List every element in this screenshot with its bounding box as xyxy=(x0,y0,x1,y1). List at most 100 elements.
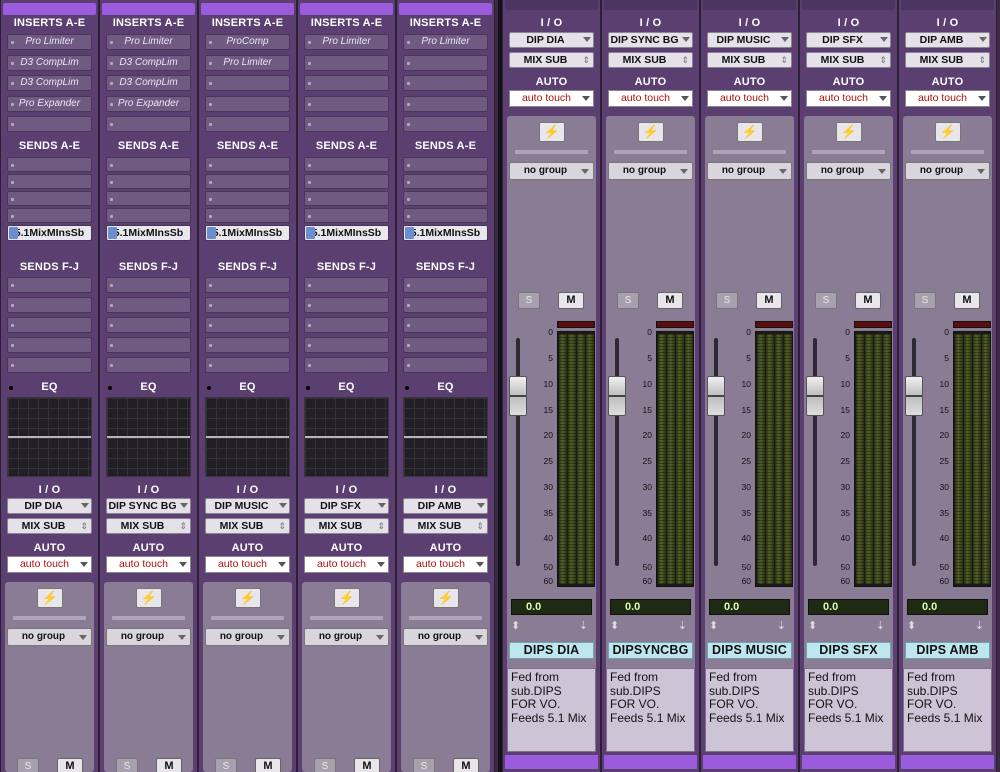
volume-fader[interactable] xyxy=(806,376,824,416)
output-selector[interactable]: DIP SYNC BG xyxy=(106,498,191,514)
volume-readout[interactable]: 0.0 xyxy=(610,599,691,615)
send-slot[interactable] xyxy=(205,297,290,313)
send-slot[interactable] xyxy=(106,317,191,333)
send-slot[interactable] xyxy=(403,337,488,353)
automation-mode-selector[interactable]: auto touch xyxy=(304,556,389,573)
insert-slot[interactable] xyxy=(403,116,488,132)
group-selector[interactable]: no group xyxy=(106,628,191,646)
send-slot[interactable] xyxy=(304,191,389,206)
send-slot[interactable] xyxy=(106,157,191,172)
mute-button[interactable]: M xyxy=(255,758,281,772)
automation-mode-selector[interactable]: auto touch xyxy=(205,556,290,573)
send-slot[interactable] xyxy=(205,357,290,373)
mute-button[interactable]: M xyxy=(954,292,980,309)
send-slot[interactable] xyxy=(304,337,389,353)
eq-curve-display[interactable] xyxy=(205,397,290,477)
input-monitor-button[interactable]: ⚡ xyxy=(136,588,162,608)
input-monitor-button[interactable]: ⚡ xyxy=(539,122,565,142)
volume-fader[interactable] xyxy=(509,376,527,416)
send-slot[interactable] xyxy=(304,297,389,313)
output-selector[interactable]: DIP SYNC BG xyxy=(608,32,693,48)
solo-button[interactable]: S xyxy=(815,292,837,309)
send-slot[interactable] xyxy=(205,337,290,353)
mute-button[interactable]: M xyxy=(756,292,782,309)
pan-arrows-icon[interactable]: ⬍ xyxy=(709,619,718,632)
meter-down-arrow-icon[interactable]: ⇣ xyxy=(579,619,588,632)
send-slot[interactable] xyxy=(304,208,389,223)
track-name[interactable]: DIPSYNCBG xyxy=(608,642,693,659)
volume-fader[interactable] xyxy=(905,376,923,416)
bus-selector[interactable]: MIX SUB ⇕ xyxy=(403,518,488,534)
send-slot[interactable]: 5.1MixMInsSb xyxy=(304,225,389,241)
send-slot[interactable] xyxy=(304,277,389,293)
output-selector[interactable]: DIP SFX xyxy=(304,498,389,514)
solo-button[interactable]: S xyxy=(314,758,336,772)
insert-slot[interactable] xyxy=(205,95,290,112)
send-slot[interactable] xyxy=(7,174,92,189)
automation-mode-selector[interactable]: auto touch xyxy=(7,556,92,573)
track-name[interactable]: DIPS DIA xyxy=(509,642,594,659)
insert-slot[interactable] xyxy=(304,54,389,71)
insert-slot[interactable]: D3 CompLim xyxy=(7,54,92,71)
group-selector[interactable]: no group xyxy=(304,628,389,646)
eq-curve-display[interactable] xyxy=(7,397,92,477)
insert-slot[interactable] xyxy=(304,116,389,132)
group-selector[interactable]: no group xyxy=(806,162,891,180)
group-selector[interactable]: no group xyxy=(509,162,594,180)
output-selector[interactable]: DIP AMB xyxy=(403,498,488,514)
insert-slot[interactable] xyxy=(106,116,191,132)
track-name[interactable]: DIPS SFX xyxy=(806,642,891,659)
send-slot[interactable] xyxy=(403,174,488,189)
meter-down-arrow-icon[interactable]: ⇣ xyxy=(678,619,687,632)
insert-slot[interactable]: Pro Limiter xyxy=(205,54,290,71)
send-slot[interactable] xyxy=(205,191,290,206)
insert-slot[interactable]: ProComp xyxy=(205,34,290,50)
mute-button[interactable]: M xyxy=(354,758,380,772)
clip-indicator[interactable] xyxy=(953,321,991,328)
automation-mode-selector[interactable]: auto touch xyxy=(106,556,191,573)
group-selector[interactable]: no group xyxy=(707,162,792,180)
bus-selector[interactable]: MIX SUB ⇕ xyxy=(304,518,389,534)
insert-slot[interactable] xyxy=(205,75,290,91)
send-slot[interactable] xyxy=(7,337,92,353)
mute-button[interactable]: M xyxy=(558,292,584,309)
send-slot[interactable] xyxy=(403,277,488,293)
track-name[interactable]: DIPS AMB xyxy=(905,642,990,659)
input-monitor-button[interactable]: ⚡ xyxy=(37,588,63,608)
send-slot[interactable]: 5.1MixMInsSb xyxy=(106,225,191,241)
send-slot[interactable] xyxy=(7,317,92,333)
pan-arrows-icon[interactable]: ⬍ xyxy=(808,619,817,632)
send-slot[interactable] xyxy=(106,357,191,373)
insert-slot[interactable]: Pro Expander xyxy=(7,95,92,112)
insert-slot[interactable] xyxy=(403,54,488,71)
track-comments[interactable]: Fed from sub.DIPS FOR VO. Feeds 5.1 Mix xyxy=(903,668,992,752)
send-slot[interactable] xyxy=(7,277,92,293)
group-selector[interactable]: no group xyxy=(403,628,488,646)
insert-slot[interactable]: Pro Expander xyxy=(106,95,191,112)
send-slot[interactable] xyxy=(7,297,92,313)
send-slot[interactable] xyxy=(403,208,488,223)
solo-button[interactable]: S xyxy=(716,292,738,309)
input-monitor-button[interactable]: ⚡ xyxy=(433,588,459,608)
input-monitor-button[interactable]: ⚡ xyxy=(638,122,664,142)
send-slot[interactable] xyxy=(205,157,290,172)
output-selector[interactable]: DIP MUSIC xyxy=(205,498,290,514)
eq-curve-display[interactable] xyxy=(106,397,191,477)
insert-slot[interactable]: Pro Limiter xyxy=(403,34,488,50)
insert-slot[interactable] xyxy=(403,75,488,91)
send-slot[interactable] xyxy=(106,191,191,206)
group-selector[interactable]: no group xyxy=(608,162,693,180)
automation-mode-selector[interactable]: auto touch xyxy=(509,90,594,107)
input-monitor-button[interactable]: ⚡ xyxy=(235,588,261,608)
automation-mode-selector[interactable]: auto touch xyxy=(707,90,792,107)
mute-button[interactable]: M xyxy=(453,758,479,772)
mute-button[interactable]: M xyxy=(855,292,881,309)
eq-curve-display[interactable] xyxy=(403,397,488,477)
pan-arrows-icon[interactable]: ⬍ xyxy=(610,619,619,632)
solo-button[interactable]: S xyxy=(116,758,138,772)
pan-arrows-icon[interactable]: ⬍ xyxy=(907,619,916,632)
automation-mode-selector[interactable]: auto touch xyxy=(806,90,891,107)
solo-button[interactable]: S xyxy=(413,758,435,772)
automation-mode-selector[interactable]: auto touch xyxy=(905,90,990,107)
insert-slot[interactable]: Pro Limiter xyxy=(304,34,389,50)
